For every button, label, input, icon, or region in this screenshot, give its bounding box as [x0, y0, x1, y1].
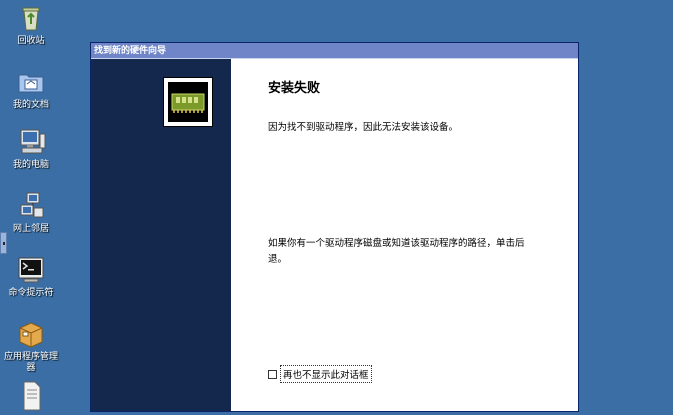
hardware-tile [163, 77, 213, 127]
computer-icon [15, 126, 47, 158]
wizard-side-panel [91, 59, 231, 411]
failure-message: 因为找不到驱动程序，因此无法安装该设备。 [268, 122, 459, 133]
desktop-icon-label: 我的文档 [12, 100, 49, 110]
desktop-icon-label: 我的电脑 [12, 160, 49, 170]
terminal-icon [15, 254, 47, 286]
desktop-icon-network[interactable]: 网上邻居 [0, 190, 62, 235]
desktop-icon-label: 回收站 [17, 36, 45, 46]
wizard-content: 安装失败 因为找不到驱动程序，因此无法安装该设备。 如果你有一个驱动程序磁盘或知… [231, 59, 578, 411]
document-icon [15, 380, 47, 412]
dont-show-again-row[interactable]: 再也不显示此对话框 [268, 365, 372, 383]
network-icon [15, 190, 47, 222]
desktop-icon-command-prompt[interactable]: 命令提示符 [0, 254, 62, 299]
hardware-wizard-window: 找到新的硬件向导 安装失败 因为找不到驱动程序，因此无法安装该设备。 如果你有一… [90, 42, 579, 412]
desktop-icon-label: 命令提示符 [8, 288, 54, 298]
desktop-icon-my-computer[interactable]: 我的电脑 [0, 126, 62, 171]
desktop-icon-document[interactable] [0, 380, 62, 414]
desktop-icon-recycle-bin[interactable]: 回收站 [0, 2, 62, 47]
package-icon [15, 318, 47, 350]
desktop-icon-label: 网上邻居 [12, 224, 49, 234]
dont-show-again-checkbox[interactable] [268, 369, 277, 379]
recycle-bin-icon [15, 2, 47, 34]
desktop-icon-app-manager[interactable]: 应用程序管理器 [0, 318, 62, 374]
folder-documents-icon [15, 66, 47, 98]
page-title: 安装失败 [268, 81, 321, 96]
circuit-board-icon [168, 82, 208, 122]
desktop-icon-my-documents[interactable]: 我的文档 [0, 66, 62, 111]
back-instruction: 如果你有一个驱动程序磁盘或知道该驱动程序的路径，单击后退。 [268, 238, 525, 265]
side-panel-handle[interactable] [0, 232, 7, 254]
dont-show-again-label[interactable]: 再也不显示此对话框 [280, 365, 372, 383]
window-title[interactable]: 找到新的硬件向导 [91, 43, 578, 59]
desktop-icon-label: 应用程序管理器 [3, 352, 58, 373]
